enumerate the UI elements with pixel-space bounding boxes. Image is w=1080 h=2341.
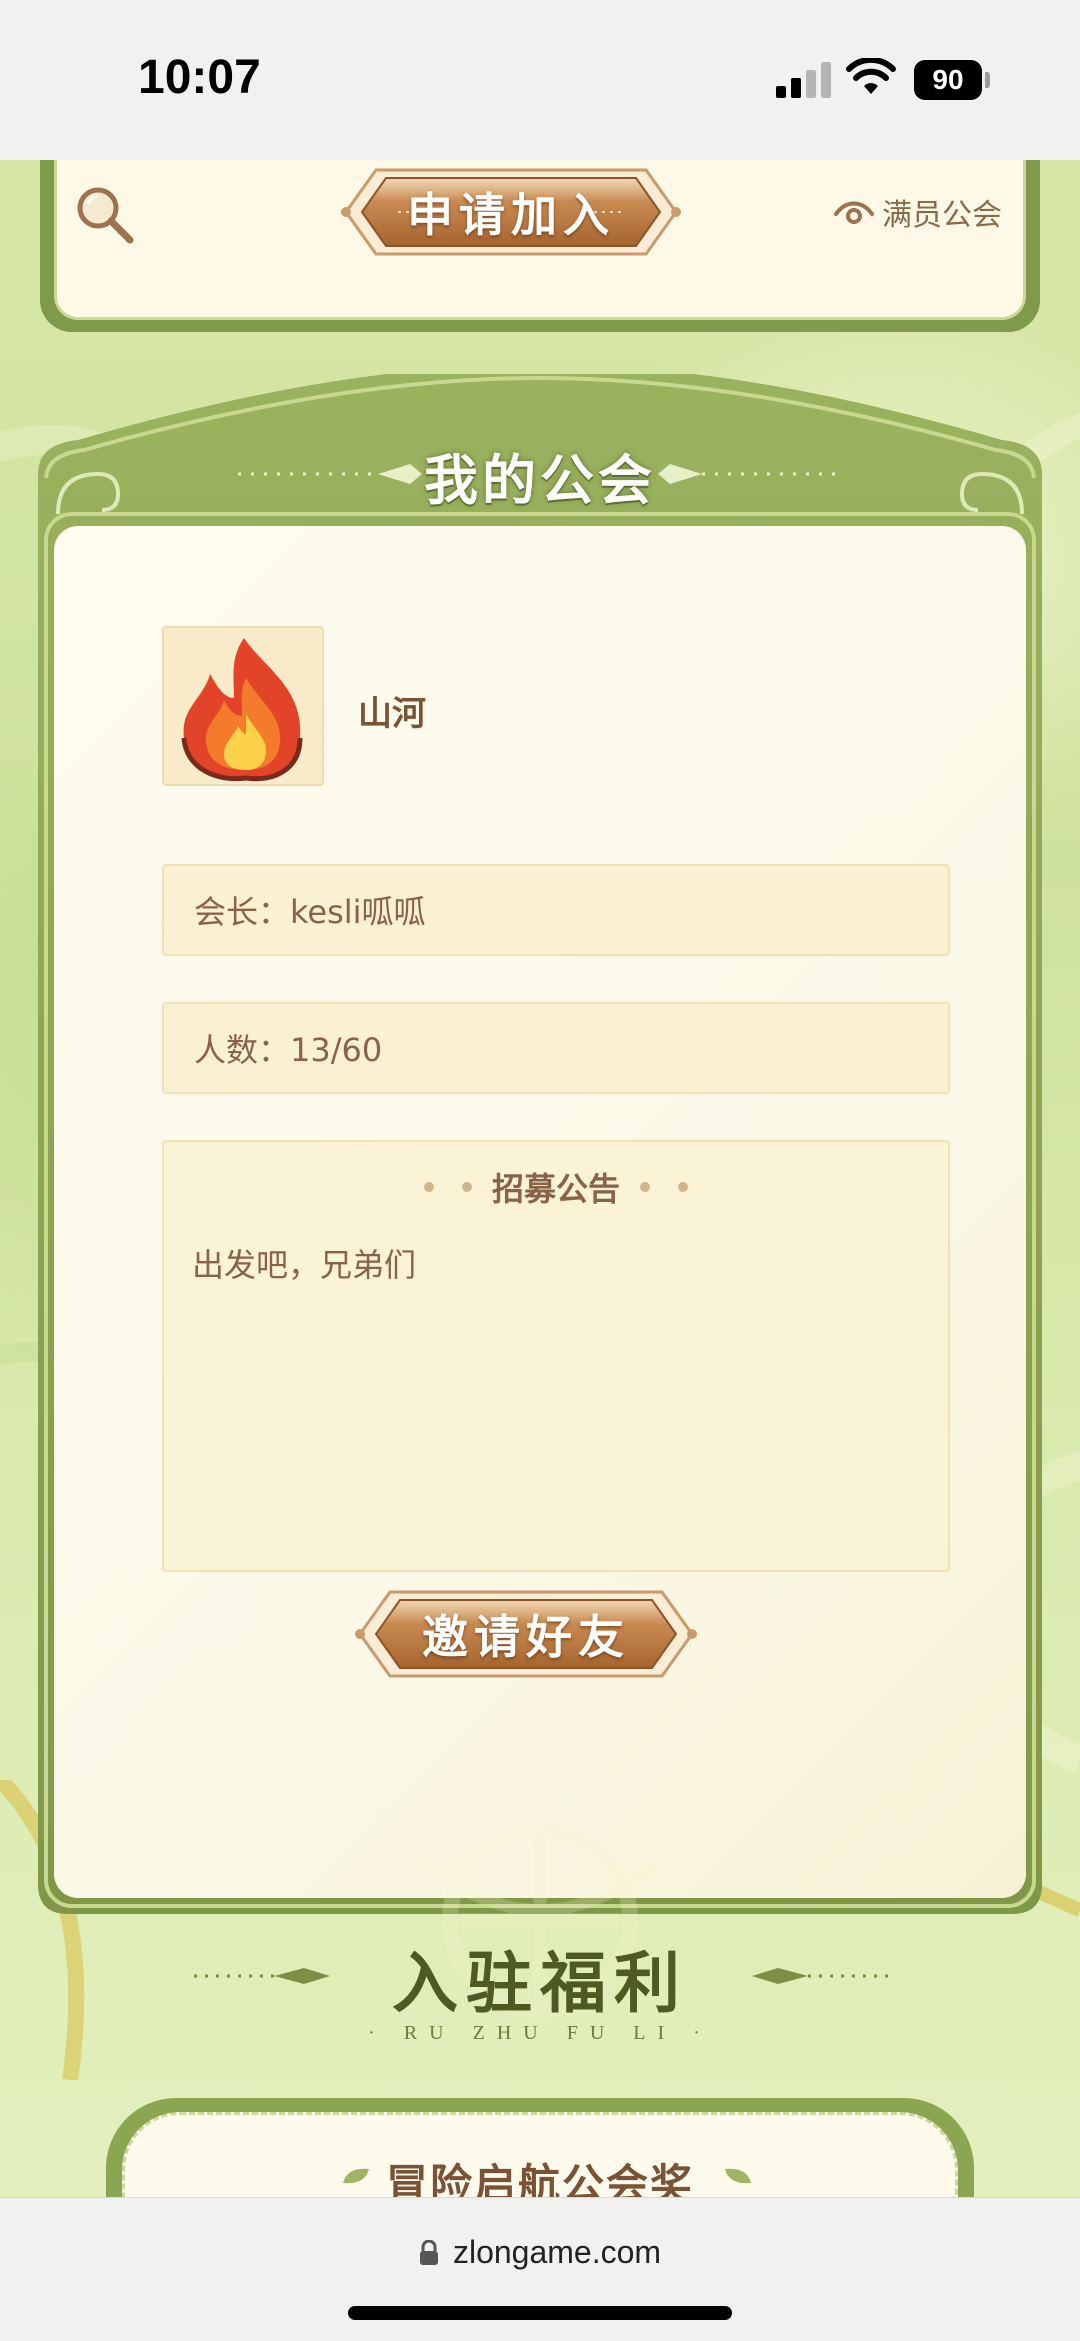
page-content[interactable]: 申请加入 满员公会 我的公会 山河 会长：kesli呱呱 人数：13/60 招募… <box>0 160 1080 2197</box>
invite-button-label: 邀请好友 <box>422 1610 630 1664</box>
guild-leader-field: 会长：kesli呱呱 <box>162 864 950 956</box>
url-display[interactable]: zlongame.com <box>0 2234 1080 2271</box>
recruit-dots-right <box>640 1182 688 1192</box>
recruit-notice-header: 招募公告 <box>164 1164 948 1210</box>
my-guild-panel: 山河 会长：kesli呱呱 人数：13/60 招募公告 出发吧，兄弟们 <box>54 526 1026 1898</box>
fire-icon <box>181 638 303 782</box>
eye-icon <box>834 201 874 224</box>
reward-card-inner: 冒险启航公会奖 <box>122 2112 958 2197</box>
benefit-subtitle: · RU ZHU FU LI · <box>368 2022 712 2044</box>
guild-avatar <box>162 626 324 786</box>
reward-title: 冒险启航公会奖 <box>385 2160 694 2197</box>
benefit-title: 入驻福利 <box>392 1944 688 2022</box>
recruit-notice-text: 出发吧，兄弟们 <box>192 1246 417 1284</box>
recruit-notice-title: 招募公告 <box>491 1170 620 1208</box>
benefit-flourish-right <box>752 1968 888 1984</box>
view-full-label: 满员公会 <box>882 198 1002 233</box>
recruit-notice-box: 招募公告 出发吧，兄弟们 <box>162 1140 950 1572</box>
guild-member-count-field: 人数：13/60 <box>162 1002 950 1094</box>
recruit-dots-left <box>423 1182 472 1192</box>
apply-join-button[interactable]: 申请加入 <box>336 160 686 264</box>
search-icon[interactable] <box>72 182 136 246</box>
battery-tip <box>985 72 990 88</box>
wifi-icon <box>846 58 896 94</box>
reward-card: 冒险启航公会奖 <box>106 2098 974 2197</box>
status-time: 10:07 <box>138 51 261 104</box>
my-guild-title: 我的公会 <box>424 448 656 512</box>
url-text: zlongame.com <box>452 2234 662 2270</box>
view-full-guilds-link[interactable]: 满员公会 <box>834 190 1002 234</box>
guild-leader-text: 会长：kesli呱呱 <box>194 893 426 931</box>
battery-indicator: 90 <box>914 60 982 100</box>
home-indicator[interactable] <box>348 2306 732 2320</box>
lock-icon <box>419 2239 438 2265</box>
guild-name: 山河 <box>358 694 426 734</box>
guild-member-count-text: 人数：13/60 <box>194 1031 383 1069</box>
status-bar: 10:07 90 <box>0 0 1080 160</box>
leaf-icon <box>725 2168 751 2184</box>
cellular-signal-icon <box>776 62 831 98</box>
invite-friends-button[interactable]: 邀请好友 <box>350 1582 702 1686</box>
apply-button-label: 申请加入 <box>407 188 615 242</box>
